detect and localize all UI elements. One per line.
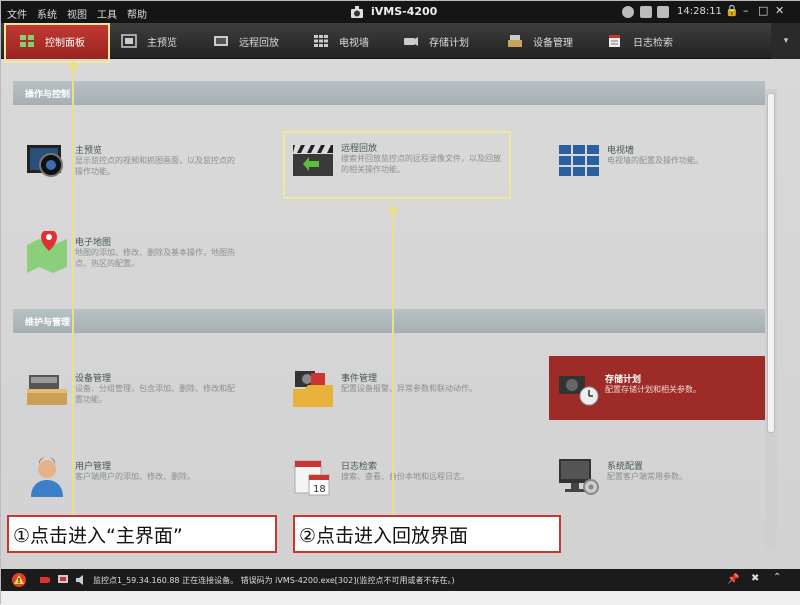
tile-desc: 电视墙的配置及操作功能。 <box>607 156 703 165</box>
message-icon[interactable] <box>657 6 669 18</box>
calendar-log-icon: 18 <box>294 460 330 496</box>
section-header-operation: 操作与控制 <box>13 81 765 105</box>
storage-icon <box>404 37 418 46</box>
menu-file[interactable]: 文件 <box>7 6 27 21</box>
minimize-icon[interactable]: – <box>743 4 749 17</box>
tab-remote-playback[interactable]: 远程回放 <box>213 23 279 59</box>
menu-bar: 文件 系统 视图 工具 帮助 iVMS-4200 14:28:11 🔒 – □ … <box>1 1 800 23</box>
tile-storage-schedule[interactable]: 存储计划 配置存储计划和相关参数。 <box>549 356 765 420</box>
maximize-icon[interactable]: □ <box>758 4 768 17</box>
callout-playback-interface: ②点击进入回放界面 <box>293 515 561 553</box>
user-icon <box>31 457 63 497</box>
tv-wall-icon <box>314 35 328 47</box>
tab-label: 日志检索 <box>633 37 673 49</box>
device-box-icon <box>27 375 67 405</box>
monitor-alert-icon[interactable] <box>57 574 69 586</box>
tab-label: 主预览 <box>147 37 177 49</box>
highlight-remote-playback <box>283 131 511 199</box>
menu-tools[interactable]: 工具 <box>97 6 117 21</box>
tile-desc: 地图的添加、修改、删除及基本操作，地图热点、热区的配置。 <box>75 248 235 268</box>
alarm-icon[interactable] <box>11 572 27 588</box>
tab-main-preview[interactable]: 主预览 <box>121 23 177 59</box>
tab-tv-wall[interactable]: 电视墙 <box>313 23 369 59</box>
tab-label: 存储计划 <box>429 37 469 49</box>
tile-desc: 配置客户端常用参数。 <box>607 472 687 481</box>
menu-view[interactable]: 视图 <box>67 6 87 21</box>
tile-desc: 搜索、查看、备份本地和远程日志。 <box>341 472 469 481</box>
scrollbar-thumb[interactable] <box>767 93 775 433</box>
tab-device-management[interactable]: 设备管理 <box>507 23 573 59</box>
camera-preview-icon <box>27 145 63 177</box>
playback-icon <box>214 36 228 46</box>
app-logo-icon <box>351 6 363 18</box>
tab-log-search[interactable]: 日志检索 <box>607 23 673 59</box>
annotation-arrowhead-2 <box>387 203 399 213</box>
app-window: 文件 系统 视图 工具 帮助 iVMS-4200 14:28:11 🔒 – □ … <box>0 0 800 605</box>
bottom-strip <box>1 591 800 605</box>
network-icon[interactable] <box>622 6 634 18</box>
app-title: iVMS-4200 <box>371 5 438 18</box>
pin-icon[interactable]: 📌 <box>727 574 739 585</box>
tile-desc: 显示监控点的视频和抓图画面，以及监控点的操作功能。 <box>75 156 235 176</box>
record-icon[interactable] <box>39 574 51 586</box>
tv-wall-grid-icon <box>559 145 599 176</box>
tile-main-preview[interactable]: 主预览 显示监控点的视频和抓图画面，以及监控点的操作功能。 <box>25 139 235 187</box>
log-icon <box>609 35 620 47</box>
tile-log-search[interactable]: 18 日志检索 搜索、查看、备份本地和远程日志。 <box>291 455 511 503</box>
callout-main-interface: ①点击进入“主界面” <box>7 515 277 553</box>
tab-label: 电视墙 <box>339 37 369 49</box>
status-bar: 监控点1_59.34.160.88 正在连接设备。 错误码为 iVMS-4200… <box>1 569 800 591</box>
map-pin-icon <box>27 231 67 273</box>
annotation-arrowhead-1 <box>67 59 79 69</box>
menu-system[interactable]: 系统 <box>37 6 57 21</box>
tile-device-management[interactable]: 设备管理 设备、分组管理，包含添加、删除、修改和配置功能。 <box>25 367 245 415</box>
tile-desc: 设备、分组管理，包含添加、删除、修改和配置功能。 <box>75 384 235 404</box>
highlight-control-panel <box>4 23 110 63</box>
status-message: 监控点1_59.34.160.88 正在连接设备。 错误码为 iVMS-4200… <box>93 576 455 585</box>
annotation-line-1 <box>72 67 74 515</box>
tile-e-map[interactable]: 电子地图 地图的添加、修改、删除及基本操作，地图热点、热区的配置。 <box>25 231 245 279</box>
menu-help[interactable]: 帮助 <box>127 6 147 21</box>
section-header-management: 维护与管理 <box>13 309 765 333</box>
tab-label: 远程回放 <box>239 37 279 49</box>
monitor-gear-icon <box>559 459 599 495</box>
screenshot-icon[interactable] <box>640 6 652 18</box>
lock-icon[interactable]: 🔒 <box>725 4 739 17</box>
tile-user-management[interactable]: 用户管理 客户端用户的添加、修改、删除。 <box>25 455 245 503</box>
storage-camera-icon <box>559 376 599 406</box>
tile-desc: 配置存储计划和相关参数。 <box>605 385 701 394</box>
clock: 14:28:11 <box>677 6 722 17</box>
tile-event-management[interactable]: 事件管理 配置设备报警、异常参数和联动动作。 <box>291 367 511 415</box>
tile-system-config[interactable]: 系统配置 配置客户端常用参数。 <box>557 455 757 503</box>
close-icon[interactable]: ✕ <box>775 4 784 17</box>
speaker-icon[interactable] <box>75 574 87 586</box>
tile-desc: 配置设备报警、异常参数和联动动作。 <box>341 384 477 393</box>
tab-label: 设备管理 <box>533 37 573 49</box>
tile-tv-wall[interactable]: 电视墙 电视墙的配置及操作功能。 <box>557 139 757 187</box>
delete-icon[interactable]: ✖ <box>751 573 759 584</box>
tab-bar: 控制面板 主预览 远程回放 电视墙 存储计划 设备管理 日志检索 ▾ <box>1 23 800 59</box>
expand-up-icon[interactable]: ⌃ <box>773 572 781 583</box>
tab-more-button[interactable]: ▾ <box>771 23 800 59</box>
preview-icon <box>121 34 137 48</box>
device-icon <box>508 35 522 47</box>
tab-storage-schedule[interactable]: 存储计划 <box>403 23 469 59</box>
svg-text:18: 18 <box>313 484 326 495</box>
event-folder-icon <box>293 371 333 407</box>
tile-desc: 客户端用户的添加、修改、删除。 <box>75 472 195 481</box>
annotation-line-2 <box>392 211 394 515</box>
